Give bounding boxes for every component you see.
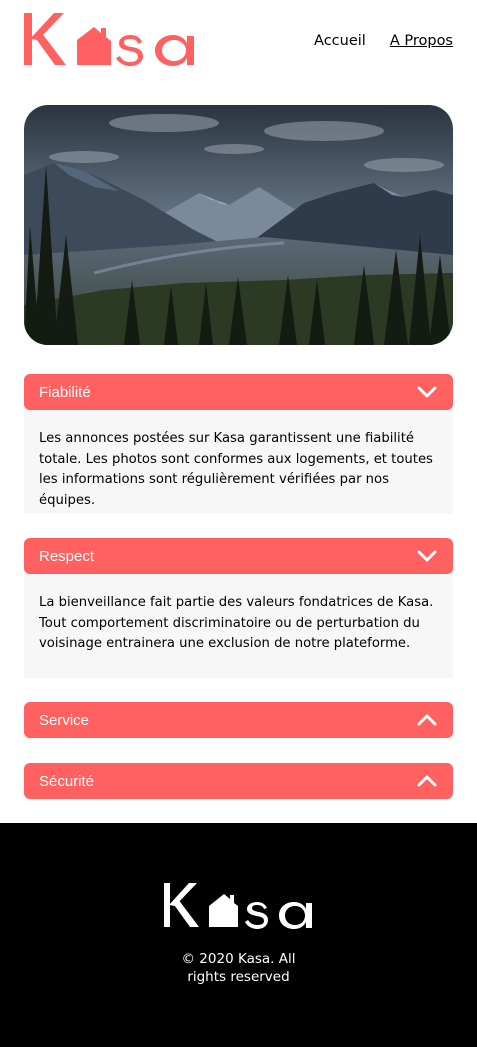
footer-kasa-logo bbox=[164, 883, 312, 929]
accordion-content: Les annonces postées sur Kasa garantisse… bbox=[24, 404, 453, 514]
copyright-text: © 2020 Kasa. All rights reserved bbox=[0, 950, 477, 986]
site-header: Accueil A Propos bbox=[0, 0, 477, 80]
chevron-up-icon[interactable] bbox=[415, 708, 439, 732]
accordion-header-fiabilite[interactable]: Fiabilité bbox=[24, 374, 453, 410]
accordion-header-respect[interactable]: Respect bbox=[24, 538, 453, 574]
chevron-down-icon[interactable] bbox=[415, 544, 439, 568]
copyright-line-1: © 2020 Kasa. All bbox=[181, 951, 296, 967]
nav-link-accueil[interactable]: Accueil bbox=[314, 33, 366, 49]
copyright-line-2: rights reserved bbox=[187, 969, 290, 985]
accordion-fiabilite: Fiabilité Les annonces postées sur Kasa … bbox=[24, 374, 453, 514]
mountain-landscape-image bbox=[24, 105, 453, 345]
nav-link-a-propos[interactable]: A Propos bbox=[390, 33, 453, 49]
accordion-respect: Respect La bienveillance fait partie des… bbox=[24, 538, 453, 678]
accordion-title: Respect bbox=[39, 547, 95, 565]
about-banner-image bbox=[24, 105, 453, 345]
kasa-logo[interactable] bbox=[24, 12, 196, 66]
main-nav: Accueil A Propos bbox=[314, 33, 453, 49]
site-footer: © 2020 Kasa. All rights reserved bbox=[0, 823, 477, 1047]
accordion-title: Service bbox=[39, 711, 90, 729]
accordion-content: La bienveillance fait partie des valeurs… bbox=[24, 568, 453, 678]
chevron-up-icon[interactable] bbox=[415, 769, 439, 793]
chevron-down-icon[interactable] bbox=[415, 380, 439, 404]
accordion-service: Service bbox=[24, 702, 453, 738]
accordion-securite: Sécurité bbox=[24, 763, 453, 799]
accordion-header-service[interactable]: Service bbox=[24, 702, 453, 738]
accordion-header-securite[interactable]: Sécurité bbox=[24, 763, 453, 799]
accordion-title: Sécurité bbox=[39, 772, 95, 790]
accordion-title: Fiabilité bbox=[39, 383, 91, 401]
